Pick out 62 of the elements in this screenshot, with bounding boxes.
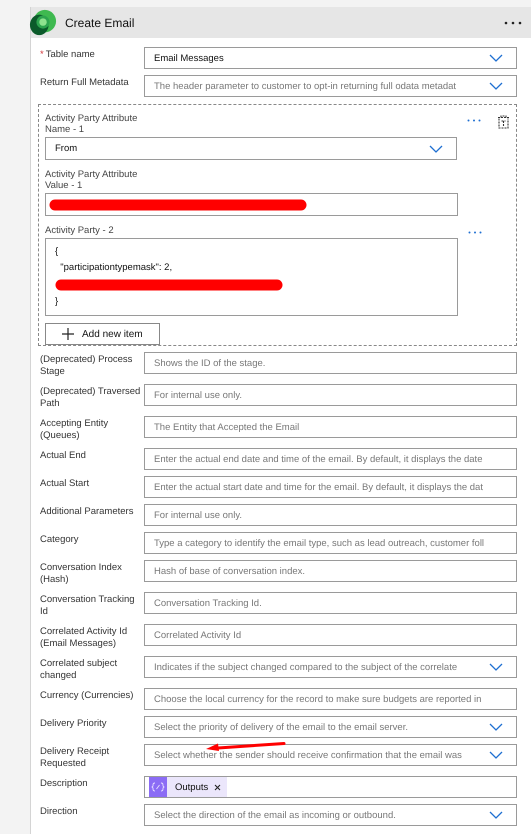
chevron-down-icon — [489, 811, 503, 819]
field-label: Delivery Priority — [40, 717, 108, 730]
required-mark: * — [40, 49, 44, 60]
input-field[interactable] — [45, 193, 458, 216]
chevron-down-icon — [489, 723, 503, 731]
field-label: Additional Parameters — [40, 505, 134, 518]
field-label: Correlated subject changed — [40, 657, 118, 682]
input-field[interactable]: Shows the ID of the stage. — [144, 352, 517, 374]
field-label: Correlated Activity Id (Email Messages) — [40, 625, 128, 650]
field-label: (Deprecated) Process Stage — [40, 353, 134, 378]
field-label: Activity Party Attribute Name - 1 — [45, 113, 138, 135]
chevron-down-icon — [489, 663, 503, 671]
input-field[interactable]: For internal use only. — [144, 384, 517, 406]
field-label: Currency (Currencies) — [40, 689, 134, 702]
card-title: Create Email — [65, 16, 136, 30]
chevron-down-icon — [489, 751, 503, 759]
input-field[interactable]: Outputs — [144, 776, 517, 798]
dropdown-field[interactable]: Select whether the sender should receive confirmation that the email was — [144, 744, 517, 766]
dropdown-field[interactable]: Select the direction of the email as incoming or outbound. — [144, 804, 517, 826]
dropdown-field[interactable]: Select the priority of delivery of the email to the email server. — [144, 716, 517, 738]
delete-icon[interactable] — [497, 115, 510, 129]
code-line: "participationtypemask": 2, — [59, 261, 172, 275]
field-label: Conversation Tracking Id — [40, 593, 136, 618]
field-label: Activity Party - 2 — [45, 225, 115, 236]
field-label: Activity Party Attribute Value - 1 — [45, 169, 138, 191]
field-label-text: Table name — [46, 49, 95, 60]
code-field[interactable]: { "participationtypemask": 2, } — [45, 238, 458, 316]
token-chip[interactable]: Outputs — [149, 777, 228, 797]
input-field[interactable]: Correlated Activity Id — [144, 624, 517, 646]
input-field[interactable]: The Entity that Accepted the Email — [144, 416, 517, 438]
input-field[interactable]: Conversation Tracking Id. — [144, 592, 517, 614]
dropdown-field[interactable]: The header parameter to customer to opt-in returning full odata metadat — [144, 75, 517, 97]
input-field[interactable]: For internal use only. — [144, 504, 517, 526]
input-field[interactable]: Hash of base of conversation index. — [144, 560, 517, 582]
expression-icon — [149, 777, 167, 797]
close-icon[interactable] — [214, 784, 222, 790]
field-label: Actual Start — [40, 477, 90, 490]
more-options-icon[interactable] — [504, 20, 522, 24]
field-label: Actual End — [40, 449, 87, 462]
add-item-button[interactable]: Add new item — [45, 323, 160, 345]
input-field[interactable]: Enter the actual start date and time for the email. By default, it displays the dat — [144, 476, 517, 498]
field-label-text: Return Full Metadata — [40, 77, 129, 88]
code-line: } — [55, 295, 58, 309]
chevron-down-icon — [489, 54, 503, 62]
code-line: { — [55, 245, 58, 259]
input-field[interactable]: Type a category to identify the email type, such as lead outreach, customer foll — [144, 532, 517, 554]
input-field[interactable]: Choose the local currency for the record to make sure budgets are reported in — [144, 688, 517, 710]
field-label: Delivery Receipt Requested — [40, 745, 110, 770]
plus-icon — [62, 328, 74, 340]
chevron-down-icon — [489, 82, 503, 90]
field-label: Conversation Index (Hash) — [40, 561, 123, 586]
field-label: Category — [40, 533, 80, 546]
input-field[interactable]: Enter the actual end date and time of the email. By default, it displays the date — [144, 448, 517, 470]
dropdown-field[interactable]: From — [45, 137, 457, 160]
field-label: Description — [40, 777, 89, 790]
dropdown-field[interactable]: Indicates if the subject changed compared to the subject of the correlate — [144, 656, 517, 678]
field-label: Direction — [40, 805, 78, 818]
logo-icon — [29, 8, 57, 36]
chevron-down-icon — [429, 144, 443, 152]
dropdown-field[interactable]: Email Messages — [144, 47, 517, 69]
field-label: (Deprecated) Traversed Path — [40, 385, 142, 410]
field-label: Accepting Entity (Queues) — [40, 417, 110, 442]
